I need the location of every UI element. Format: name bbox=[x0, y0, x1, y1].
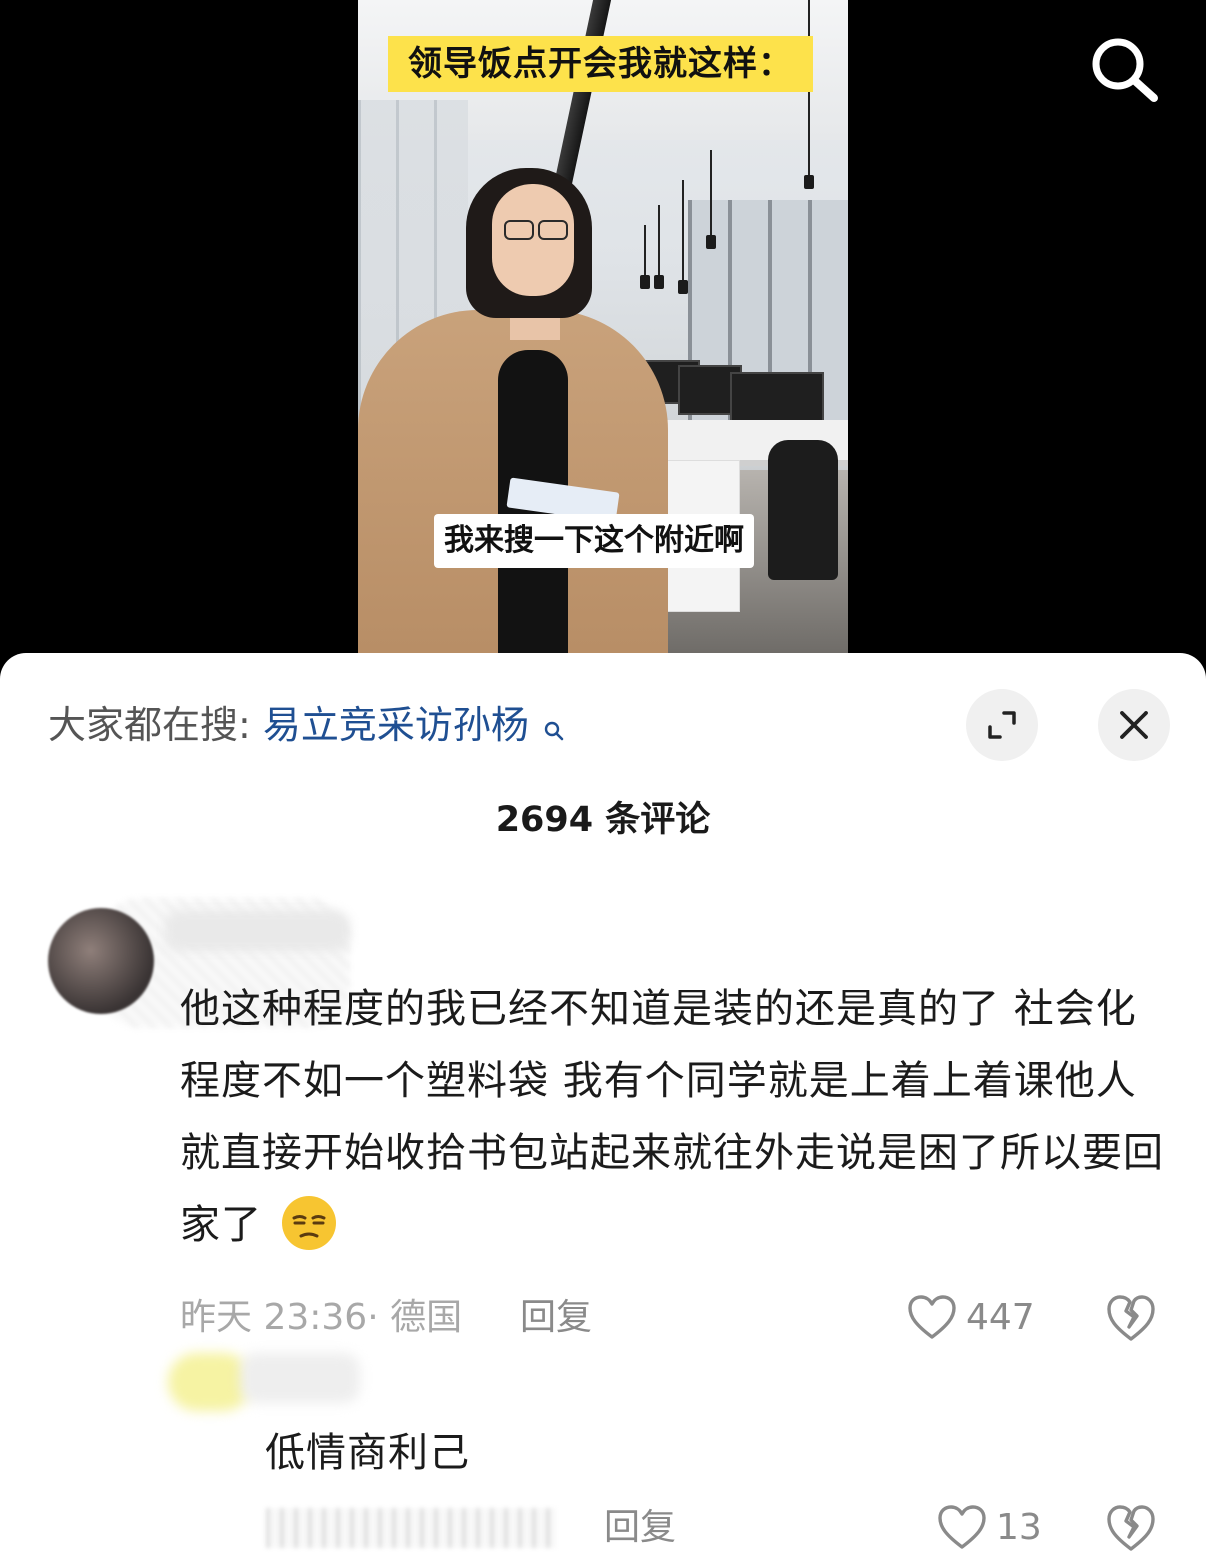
video-frame[interactable]: 领导饭点开会我就这样： 我来搜一下这个附近啊 bbox=[358, 0, 848, 653]
comment-body: 他这种程度的我已经不知道是装的还是真的了 社会化程度不如一个塑料袋 我有个同学就… bbox=[180, 973, 1170, 1261]
trending-query-link[interactable]: 易立竞采访孙杨 bbox=[263, 703, 529, 747]
broken-heart-icon bbox=[1107, 1295, 1155, 1341]
reply-like-count: 13 bbox=[996, 1506, 1042, 1548]
video-player[interactable]: 领导饭点开会我就这样： 我来搜一下这个附近啊 bbox=[0, 0, 1206, 660]
like-button[interactable]: 447 bbox=[906, 1289, 1035, 1345]
unamused-face-emoji bbox=[280, 1194, 338, 1252]
expand-icon bbox=[988, 711, 1016, 739]
reply-text: 低情商利己 bbox=[265, 1430, 470, 1476]
mini-search-icon bbox=[543, 699, 565, 759]
presenter-face bbox=[492, 184, 574, 296]
username-redacted[interactable] bbox=[165, 911, 350, 951]
reply-to-reply-button[interactable]: 回复 bbox=[604, 1503, 676, 1553]
reply-dislike-button[interactable] bbox=[1104, 1503, 1158, 1553]
search-button[interactable] bbox=[1086, 32, 1162, 108]
video-subtitle-caption: 我来搜一下这个附近啊 bbox=[434, 514, 754, 568]
reply-meta-redacted bbox=[266, 1508, 556, 1548]
reply-like-button[interactable]: 13 bbox=[936, 1499, 1042, 1555]
trending-search[interactable]: 大家都在搜: 易立竞采访孙杨 bbox=[48, 695, 565, 759]
presenter bbox=[358, 160, 678, 653]
broken-heart-icon bbox=[1107, 1505, 1155, 1551]
dislike-button[interactable] bbox=[1104, 1293, 1158, 1343]
trending-label: 大家都在搜: bbox=[48, 703, 251, 747]
close-button[interactable] bbox=[1098, 689, 1170, 761]
office-chair bbox=[768, 440, 838, 580]
video-title-caption: 领导饭点开会我就这样： bbox=[388, 36, 813, 92]
avatar[interactable] bbox=[48, 908, 154, 1014]
expand-button[interactable] bbox=[966, 689, 1038, 761]
reply-username-redacted[interactable] bbox=[240, 1353, 360, 1403]
comment-count-title: 2694 条评论 bbox=[495, 800, 711, 840]
reply-button[interactable]: 回复 bbox=[520, 1293, 592, 1343]
like-count: 447 bbox=[966, 1296, 1035, 1338]
close-icon bbox=[1120, 711, 1148, 739]
pendant-lamp bbox=[678, 180, 688, 294]
comments-sheet: 大家都在搜: 易立竞采访孙杨 2694 条评论 他这种程度的我已经不知道是装的还… bbox=[0, 653, 1206, 1561]
heart-icon bbox=[938, 1505, 986, 1549]
comment-meta: 昨天 23:36· 德国 bbox=[180, 1297, 463, 1338]
search-icon bbox=[1092, 38, 1158, 102]
presenter-glasses bbox=[504, 220, 568, 240]
pendant-lamp bbox=[706, 150, 716, 249]
heart-icon bbox=[908, 1295, 956, 1339]
